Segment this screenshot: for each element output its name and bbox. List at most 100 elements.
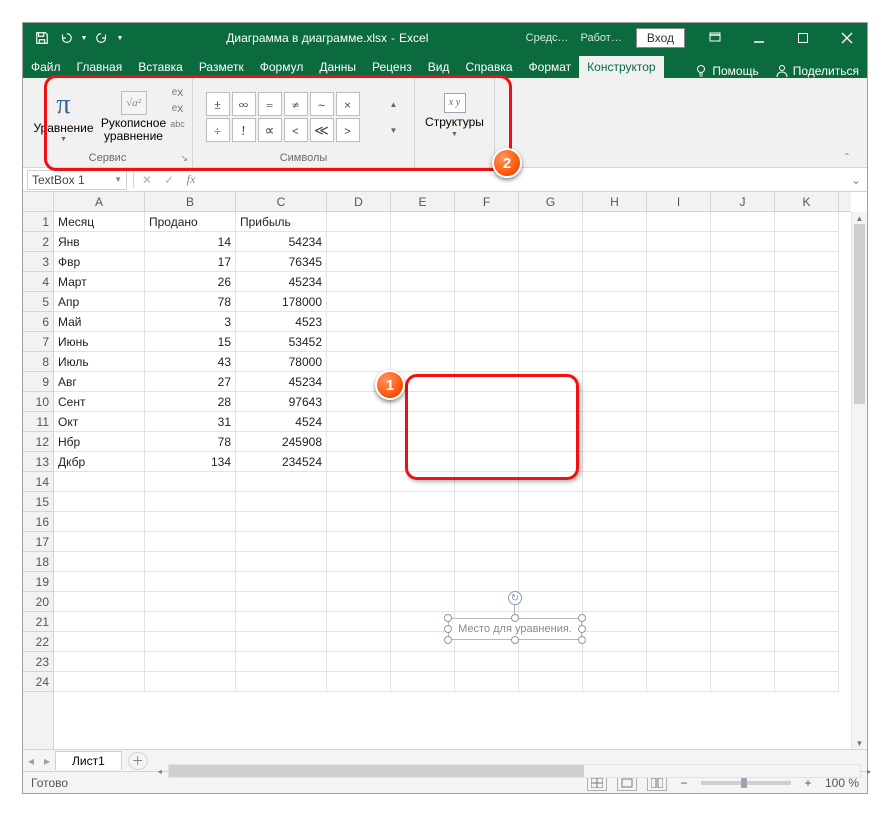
cell[interactable]	[519, 252, 583, 272]
cell[interactable]	[711, 552, 775, 572]
cell[interactable]: Сент	[54, 392, 145, 412]
cell[interactable]: 97643	[236, 392, 327, 412]
cell[interactable]	[455, 412, 519, 432]
tab-layout[interactable]: Разметк	[191, 56, 252, 78]
col-header[interactable]: J	[711, 192, 775, 211]
cell[interactable]	[236, 552, 327, 572]
cell[interactable]	[54, 512, 145, 532]
cell[interactable]	[519, 372, 583, 392]
redo-icon[interactable]	[91, 27, 113, 49]
cell[interactable]	[583, 292, 647, 312]
cell[interactable]	[519, 272, 583, 292]
cell[interactable]	[711, 592, 775, 612]
cell[interactable]: 134	[145, 452, 236, 472]
convert-icon-1[interactable]: ex	[170, 84, 186, 100]
cell[interactable]	[583, 652, 647, 672]
cell[interactable]	[775, 332, 839, 352]
cell[interactable]	[711, 352, 775, 372]
col-header[interactable]: K	[775, 192, 839, 211]
cell[interactable]	[647, 572, 711, 592]
cell[interactable]	[327, 552, 391, 572]
cell[interactable]	[583, 452, 647, 472]
cell[interactable]	[455, 552, 519, 572]
cell[interactable]	[455, 472, 519, 492]
cell[interactable]	[519, 292, 583, 312]
sym-muchlt[interactable]: ≪	[310, 118, 334, 142]
cell[interactable]	[583, 332, 647, 352]
cell[interactable]	[145, 552, 236, 572]
vertical-scroll-thumb[interactable]	[854, 224, 865, 404]
tab-file[interactable]: Файл	[23, 56, 69, 78]
cell[interactable]	[54, 652, 145, 672]
cell[interactable]	[775, 212, 839, 232]
tab-formulas[interactable]: Формул	[252, 56, 312, 78]
cell[interactable]	[391, 452, 455, 472]
cancel-icon[interactable]: ✕	[136, 173, 158, 187]
fx-icon[interactable]: fx	[180, 172, 202, 187]
cell[interactable]	[455, 372, 519, 392]
cell[interactable]	[775, 612, 839, 632]
resize-handle[interactable]	[444, 636, 452, 644]
cell[interactable]	[775, 492, 839, 512]
cell[interactable]	[711, 412, 775, 432]
cell[interactable]	[519, 552, 583, 572]
cell[interactable]	[519, 492, 583, 512]
cell[interactable]: Июль	[54, 352, 145, 372]
cell[interactable]: 54234	[236, 232, 327, 252]
cell[interactable]	[391, 472, 455, 492]
tab-help[interactable]: Справка	[457, 56, 520, 78]
row-header[interactable]: 18	[23, 552, 53, 572]
cell[interactable]	[455, 232, 519, 252]
cell[interactable]	[327, 312, 391, 332]
cell[interactable]	[775, 432, 839, 452]
cell[interactable]	[647, 452, 711, 472]
cell[interactable]	[455, 492, 519, 512]
cell[interactable]: 4524	[236, 412, 327, 432]
select-all-cells[interactable]	[23, 192, 54, 212]
sym-factorial[interactable]: !	[232, 118, 256, 142]
cell[interactable]	[711, 532, 775, 552]
undo-dropdown-icon[interactable]: ▼	[79, 27, 89, 49]
cell[interactable]	[711, 672, 775, 692]
cell[interactable]	[519, 572, 583, 592]
cell[interactable]	[145, 512, 236, 532]
cell[interactable]	[519, 392, 583, 412]
cell[interactable]	[519, 532, 583, 552]
cell[interactable]	[583, 372, 647, 392]
zoom-out-button[interactable]: −	[677, 776, 691, 790]
cell[interactable]	[583, 492, 647, 512]
cell[interactable]	[583, 512, 647, 532]
tab-insert[interactable]: Вставка	[130, 56, 191, 78]
cell[interactable]: 178000	[236, 292, 327, 312]
scroll-up-icon[interactable]: ▲	[852, 212, 867, 224]
sym-propto[interactable]: ∝	[258, 118, 282, 142]
cell[interactable]	[711, 492, 775, 512]
cell[interactable]	[775, 412, 839, 432]
sym-equals[interactable]: =	[258, 92, 282, 116]
vertical-scrollbar[interactable]: ▲ ▼	[851, 212, 867, 749]
cell[interactable]	[391, 332, 455, 352]
minimize-button[interactable]	[739, 23, 779, 53]
cell[interactable]	[647, 432, 711, 452]
row-header[interactable]: 6	[23, 312, 53, 332]
cell[interactable]	[711, 652, 775, 672]
cell[interactable]	[647, 212, 711, 232]
cell[interactable]	[583, 252, 647, 272]
cell[interactable]	[647, 352, 711, 372]
resize-handle[interactable]	[444, 625, 452, 633]
cell[interactable]: Март	[54, 272, 145, 292]
cell[interactable]	[391, 512, 455, 532]
cell[interactable]	[519, 312, 583, 332]
sheet-nav-next-icon[interactable]: ▸	[39, 754, 55, 768]
cell[interactable]	[647, 612, 711, 632]
cell[interactable]	[647, 652, 711, 672]
cell[interactable]	[647, 272, 711, 292]
cell[interactable]	[455, 572, 519, 592]
cell[interactable]	[775, 652, 839, 672]
cell[interactable]	[583, 592, 647, 612]
cell[interactable]	[455, 312, 519, 332]
cell[interactable]	[519, 512, 583, 532]
sym-infinity[interactable]: ∞	[232, 92, 256, 116]
cell[interactable]	[327, 472, 391, 492]
cell[interactable]	[583, 232, 647, 252]
